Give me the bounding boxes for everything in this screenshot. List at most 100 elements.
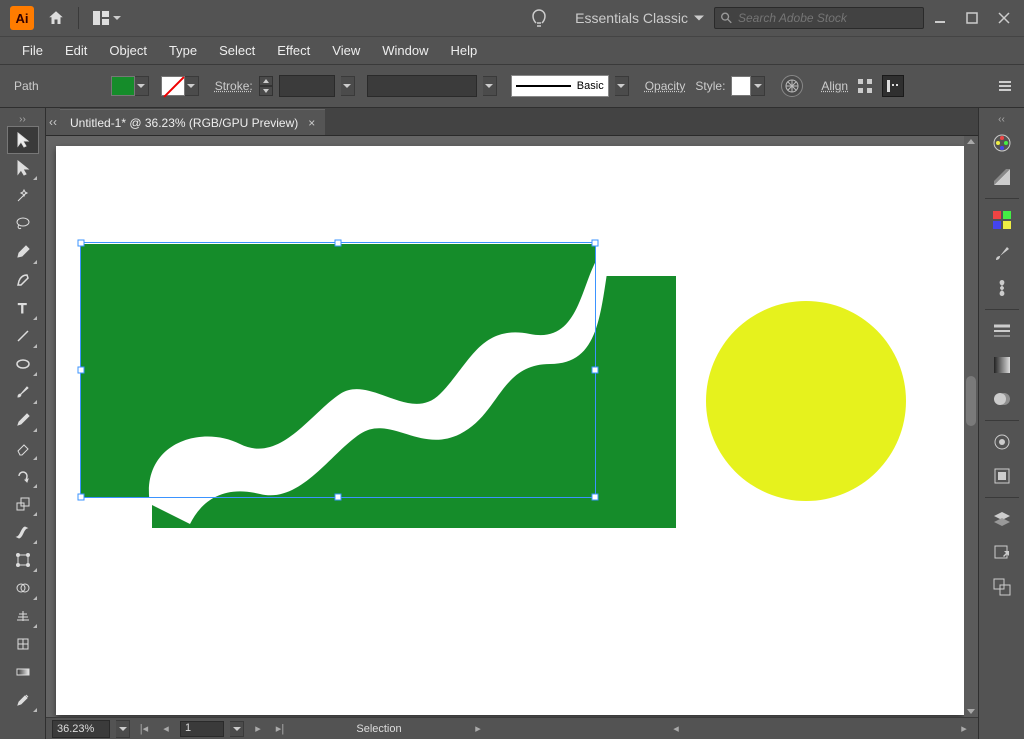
- yellow-circle-shape[interactable]: [706, 301, 906, 501]
- eraser-tool[interactable]: [8, 435, 38, 461]
- gradient-panel[interactable]: [987, 350, 1017, 380]
- artboard-nav-next[interactable]: ▸: [250, 721, 266, 737]
- maximize-button[interactable]: [956, 4, 988, 32]
- scale-tool[interactable]: [8, 491, 38, 517]
- artboard-nav-first[interactable]: |◂: [136, 721, 152, 737]
- free-transform-tool[interactable]: [8, 547, 38, 573]
- selection-handle-n[interactable]: [335, 240, 342, 247]
- recolor-artwork-button[interactable]: [781, 75, 803, 97]
- arrange-documents-button[interactable]: [85, 2, 129, 34]
- magic-wand-tool[interactable]: [8, 183, 38, 209]
- zoom-dropdown[interactable]: [116, 720, 130, 738]
- artboard-nav-prev[interactable]: ◂: [158, 721, 174, 737]
- fill-dropdown[interactable]: [135, 76, 149, 96]
- color-panel[interactable]: [987, 128, 1017, 158]
- eyedropper-tool[interactable]: [8, 687, 38, 713]
- artboard-dropdown[interactable]: [230, 721, 244, 737]
- pencil-tool[interactable]: [8, 407, 38, 433]
- zoom-level-field[interactable]: 36.23%: [52, 720, 110, 738]
- stroke-weight-stepper[interactable]: [259, 76, 273, 96]
- artboard[interactable]: [56, 146, 964, 715]
- perspective-grid-tool[interactable]: [8, 603, 38, 629]
- canvas[interactable]: 36.23% |◂ ◂ 1 ▸ ▸| Selection ▸ ◂ ▸: [46, 136, 978, 739]
- brush-definition[interactable]: Basic: [511, 75, 609, 97]
- stroke-panel[interactable]: [987, 316, 1017, 346]
- workspace-switcher[interactable]: Essentials Classic: [575, 10, 704, 26]
- color-guide-panel[interactable]: [987, 162, 1017, 192]
- pen-tool[interactable]: [8, 239, 38, 265]
- hscroll-left[interactable]: ◂: [668, 721, 684, 737]
- tools-expand-button[interactable]: ››: [0, 112, 45, 126]
- symbols-panel[interactable]: [987, 273, 1017, 303]
- vertical-scrollbar-thumb[interactable]: [966, 376, 976, 426]
- type-tool[interactable]: T: [8, 295, 38, 321]
- menu-effect[interactable]: Effect: [267, 39, 320, 62]
- opacity-label[interactable]: Opacity: [645, 79, 686, 93]
- graphic-styles-panel[interactable]: [987, 461, 1017, 491]
- layers-panel[interactable]: [987, 504, 1017, 534]
- ellipse-tool[interactable]: [8, 351, 38, 377]
- selection-tool[interactable]: [8, 127, 38, 153]
- stroke-label[interactable]: Stroke:: [215, 79, 253, 93]
- style-dropdown[interactable]: [751, 76, 765, 96]
- selection-handle-nw[interactable]: [78, 240, 85, 247]
- stroke-swatch[interactable]: [161, 76, 199, 96]
- fill-swatch[interactable]: [111, 76, 149, 96]
- width-tool[interactable]: [8, 519, 38, 545]
- gradient-tool[interactable]: [8, 659, 38, 685]
- graphic-style-swatch[interactable]: [731, 76, 765, 96]
- home-button[interactable]: [40, 2, 72, 34]
- adobe-stock-search[interactable]: [714, 7, 924, 29]
- stroke-weight-down[interactable]: [259, 86, 273, 96]
- appearance-panel[interactable]: [987, 427, 1017, 457]
- lasso-tool[interactable]: [8, 211, 38, 237]
- close-tab-button[interactable]: ×: [308, 116, 315, 130]
- menu-type[interactable]: Type: [159, 39, 207, 62]
- selection-handle-ne[interactable]: [592, 240, 599, 247]
- transform-panel-button[interactable]: [882, 75, 904, 97]
- menu-window[interactable]: Window: [372, 39, 438, 62]
- menu-file[interactable]: File: [12, 39, 53, 62]
- menu-select[interactable]: Select: [209, 39, 265, 62]
- shape-builder-tool[interactable]: [8, 575, 38, 601]
- selection-handle-e[interactable]: [592, 367, 599, 374]
- rotate-tool[interactable]: [8, 463, 38, 489]
- mesh-tool[interactable]: [8, 631, 38, 657]
- selection-handle-se[interactable]: [592, 494, 599, 501]
- status-play-button[interactable]: ▸: [470, 721, 486, 737]
- selection-handle-sw[interactable]: [78, 494, 85, 501]
- selection-handle-s[interactable]: [335, 494, 342, 501]
- selection-handle-w[interactable]: [78, 367, 85, 374]
- panel-expand-button[interactable]: ‹‹: [979, 112, 1024, 126]
- control-bar-menu[interactable]: [994, 75, 1016, 97]
- transparency-panel[interactable]: [987, 384, 1017, 414]
- vertical-scrollbar[interactable]: [964, 136, 978, 717]
- variable-width-dropdown[interactable]: [483, 76, 497, 96]
- menu-object[interactable]: Object: [99, 39, 157, 62]
- stroke-weight-field[interactable]: [279, 75, 335, 97]
- direct-selection-tool[interactable]: [8, 155, 38, 181]
- stroke-dropdown[interactable]: [185, 76, 199, 96]
- tabstrip-expand[interactable]: ‹‹: [46, 108, 60, 135]
- stroke-weight-dropdown[interactable]: [341, 76, 355, 96]
- menu-view[interactable]: View: [322, 39, 370, 62]
- minimize-button[interactable]: [924, 4, 956, 32]
- brushes-panel[interactable]: [987, 239, 1017, 269]
- menu-edit[interactable]: Edit: [55, 39, 97, 62]
- artboard-number-field[interactable]: 1: [180, 721, 224, 737]
- artboards-panel[interactable]: [987, 572, 1017, 602]
- line-segment-tool[interactable]: [8, 323, 38, 349]
- selection-bounding-box[interactable]: [80, 242, 596, 498]
- artboard-nav-last[interactable]: ▸|: [272, 721, 288, 737]
- hscroll-right[interactable]: ▸: [956, 721, 972, 737]
- document-tab[interactable]: Untitled-1* @ 36.23% (RGB/GPU Preview) ×: [60, 109, 325, 135]
- paintbrush-tool[interactable]: [8, 379, 38, 405]
- curvature-tool[interactable]: [8, 267, 38, 293]
- asset-export-panel[interactable]: [987, 538, 1017, 568]
- variable-width-profile[interactable]: [367, 75, 477, 97]
- align-label[interactable]: Align: [821, 79, 848, 93]
- align-panel-button[interactable]: [854, 75, 876, 97]
- swatches-panel[interactable]: [987, 205, 1017, 235]
- stock-search-input[interactable]: [738, 11, 917, 25]
- menu-help[interactable]: Help: [440, 39, 487, 62]
